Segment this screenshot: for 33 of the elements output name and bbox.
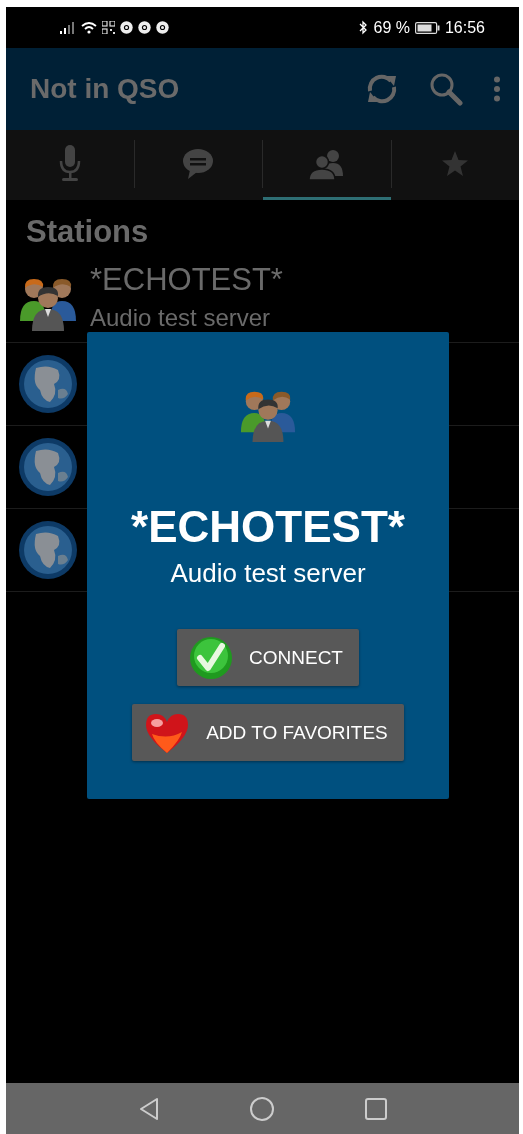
section-title: Stations <box>25 213 150 251</box>
back-icon[interactable] <box>138 1096 159 1121</box>
recents-icon[interactable] <box>364 1097 387 1120</box>
connect-button[interactable]: CONNECT <box>177 629 359 686</box>
browser-icon <box>138 21 151 34</box>
qr-code-icon <box>102 21 115 34</box>
station-name: *ECHOTEST* <box>90 262 283 298</box>
battery-percent: 69 % <box>373 18 410 37</box>
heart-icon <box>144 711 191 754</box>
wifi-icon <box>81 21 97 34</box>
home-icon[interactable] <box>248 1095 275 1122</box>
menu-icon[interactable] <box>493 76 501 102</box>
people-icon <box>308 147 345 180</box>
add-to-favorites-button[interactable]: ADD TO FAVORITES <box>132 704 404 761</box>
browser-icon <box>120 21 133 34</box>
globe-icon <box>18 520 78 580</box>
clock: 16:56 <box>444 18 485 37</box>
station-description: Audio test server <box>90 304 272 332</box>
chat-bubble-icon <box>182 147 215 180</box>
microphone-icon <box>58 144 81 183</box>
globe-icon <box>18 354 78 414</box>
dialog-title: *ECHOTEST* <box>131 502 405 552</box>
battery-icon <box>414 21 440 34</box>
signal-icon <box>60 21 76 34</box>
browser-icon <box>156 21 169 34</box>
app-title: Not in QSO <box>30 73 180 105</box>
checkmark-icon <box>189 635 233 680</box>
star-icon <box>442 151 469 176</box>
dialog-subtitle: Audio test server <box>170 558 366 589</box>
search-icon[interactable] <box>429 72 463 106</box>
globe-icon <box>18 437 78 497</box>
refresh-icon[interactable] <box>365 72 399 106</box>
bluetooth-icon <box>358 20 369 35</box>
